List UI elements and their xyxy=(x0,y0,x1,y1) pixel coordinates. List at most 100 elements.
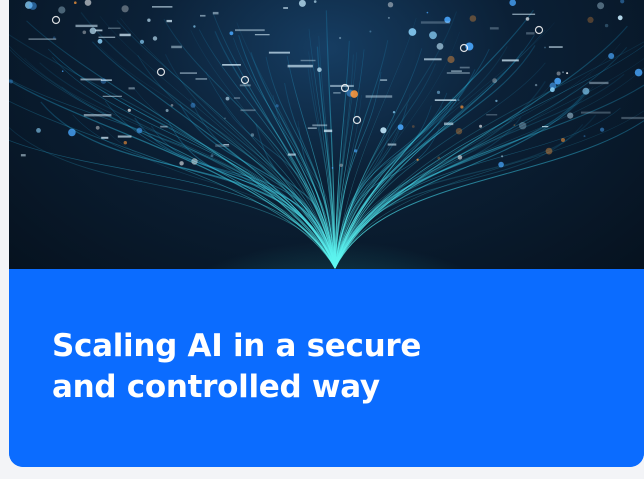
bokeh-light xyxy=(460,105,464,109)
bokeh-light xyxy=(250,133,255,137)
data-glyph xyxy=(171,45,182,49)
data-glyph xyxy=(239,84,251,87)
bokeh-light xyxy=(193,25,196,28)
data-glyph xyxy=(128,87,135,90)
data-glyph xyxy=(526,32,535,35)
bokeh-light xyxy=(608,53,615,59)
bokeh-light xyxy=(567,112,574,119)
data-glyph xyxy=(254,34,270,36)
bokeh-light xyxy=(317,67,322,72)
bokeh-light xyxy=(408,28,417,36)
bokeh-light xyxy=(147,18,151,22)
data-glyph xyxy=(98,36,116,38)
location-pin-icon xyxy=(534,25,544,35)
bokeh-light xyxy=(127,108,131,112)
data-glyph xyxy=(119,33,131,37)
bokeh-light xyxy=(380,127,387,134)
data-glyph xyxy=(195,78,208,80)
bokeh-light xyxy=(534,83,538,87)
data-glyph xyxy=(160,125,168,128)
bokeh-light xyxy=(554,77,562,85)
bokeh-light xyxy=(469,15,477,22)
bokeh-light xyxy=(224,117,226,120)
bokeh-light xyxy=(634,68,643,77)
bokeh-light xyxy=(61,70,64,72)
bokeh-light xyxy=(9,79,13,84)
data-glyph xyxy=(287,153,296,156)
bokeh-light xyxy=(190,102,196,108)
bokeh-light xyxy=(95,125,100,130)
data-glyph xyxy=(380,79,388,81)
data-glyph xyxy=(365,95,393,98)
bokeh-light xyxy=(566,72,569,75)
data-glyph xyxy=(512,13,536,15)
data-glyph xyxy=(446,72,470,74)
bokeh-light xyxy=(392,111,396,114)
location-pin-icon xyxy=(352,115,362,125)
location-pin-icon xyxy=(51,15,61,25)
bokeh-light xyxy=(525,17,530,21)
bokeh-light xyxy=(620,0,625,4)
bokeh-light xyxy=(617,15,623,21)
bokeh-light xyxy=(397,124,404,131)
data-glyph xyxy=(501,59,519,62)
bokeh-light xyxy=(152,36,158,41)
bokeh-light xyxy=(97,38,103,44)
bokeh-light xyxy=(492,78,497,84)
bokeh-light xyxy=(139,39,145,44)
data-glyph xyxy=(434,99,457,101)
data-glyph xyxy=(233,97,241,99)
bokeh-light xyxy=(123,141,128,145)
bokeh-light xyxy=(74,1,77,4)
bokeh-light xyxy=(416,158,419,161)
data-glyph xyxy=(235,29,265,32)
bokeh-light xyxy=(68,128,76,137)
data-glyph xyxy=(223,144,229,146)
data-glyph xyxy=(542,126,549,128)
bokeh-light xyxy=(354,149,358,153)
bokeh-light xyxy=(179,161,184,166)
bokeh-light xyxy=(495,99,498,103)
data-glyph xyxy=(83,114,112,117)
data-glyph xyxy=(424,58,442,61)
bokeh-light xyxy=(582,87,590,95)
bokeh-light xyxy=(429,31,437,40)
data-glyph xyxy=(179,72,197,74)
data-glyph xyxy=(300,59,316,62)
feature-card[interactable]: Scaling AI in a secure and controlled wa… xyxy=(9,0,644,467)
bokeh-light xyxy=(455,128,463,135)
bokeh-light xyxy=(479,124,483,128)
bokeh-light xyxy=(82,30,87,35)
bokeh-light xyxy=(411,125,415,128)
bokeh-light xyxy=(298,0,306,7)
data-glyph xyxy=(152,6,173,8)
bokeh-light xyxy=(550,87,555,93)
data-glyph xyxy=(451,70,462,72)
bokeh-light xyxy=(136,127,143,134)
data-glyph xyxy=(581,111,611,114)
bokeh-light xyxy=(561,138,565,142)
data-glyph xyxy=(312,124,328,127)
data-glyph xyxy=(621,116,644,120)
data-glyph xyxy=(28,38,57,40)
bokeh-light xyxy=(229,31,234,36)
data-glyph xyxy=(95,29,103,32)
bokeh-light xyxy=(339,163,343,167)
bokeh-light xyxy=(210,154,214,158)
data-glyph xyxy=(283,7,288,9)
bokeh-light xyxy=(447,55,455,64)
bokeh-light xyxy=(84,0,92,6)
bokeh-light xyxy=(509,0,516,6)
bokeh-light xyxy=(121,5,129,13)
card-body: Scaling AI in a secure and controlled wa… xyxy=(9,269,644,467)
bokeh-light xyxy=(513,124,516,126)
data-glyph xyxy=(387,143,397,146)
bokeh-light xyxy=(275,104,279,108)
data-glyph xyxy=(200,14,206,17)
data-glyph xyxy=(548,46,563,48)
bokeh-light xyxy=(436,90,441,94)
bokeh-light xyxy=(519,122,527,130)
data-glyph xyxy=(212,11,219,15)
bokeh-light xyxy=(339,36,342,40)
data-glyph xyxy=(102,95,122,97)
